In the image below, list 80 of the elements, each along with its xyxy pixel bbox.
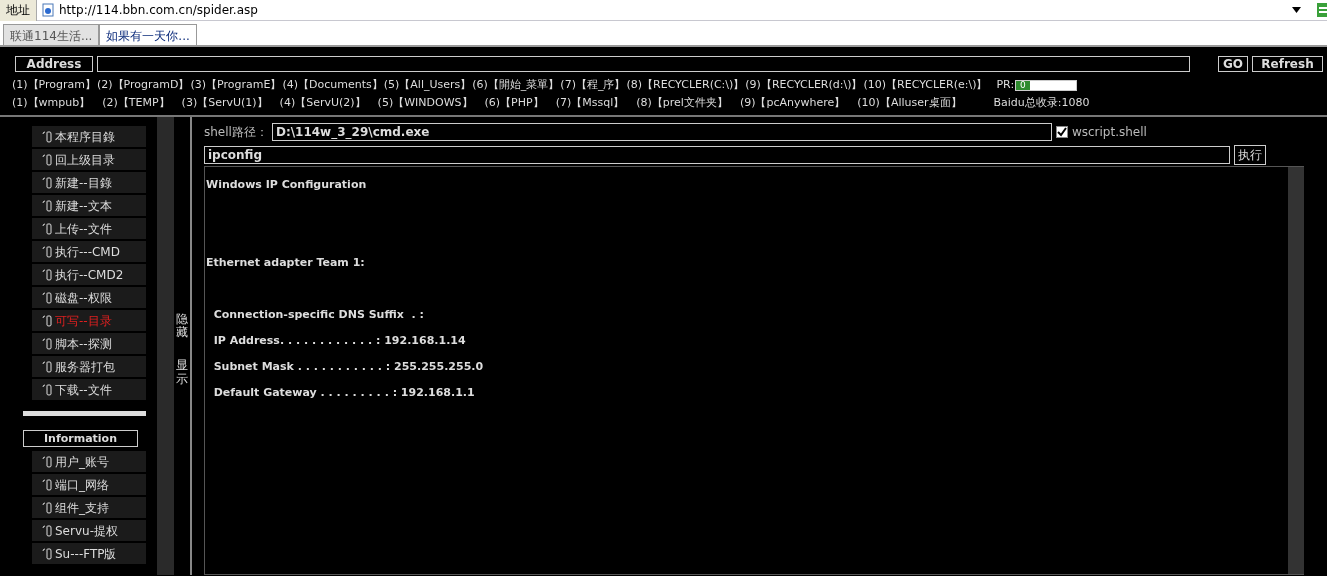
folder-link[interactable]: (8)【prel文件夹】 [636, 94, 728, 112]
mouse-icon [42, 524, 52, 537]
sidebar-item[interactable]: 服务器打包 [32, 356, 146, 377]
sidebar-item[interactable]: 可写--目录 [32, 310, 146, 331]
sidebar-item[interactable]: 脚本--探测 [32, 333, 146, 354]
folder-link[interactable]: (10)【Alluser桌面】 [857, 94, 962, 112]
folder-link[interactable]: (2)【TEMP】 [102, 94, 170, 112]
url-field[interactable]: http://114.bbn.com.cn/spider.asp [59, 0, 1292, 21]
mouse-icon [42, 337, 52, 350]
mouse-icon [42, 268, 52, 281]
folder-link[interactable]: (8)【RECYCLER(C:\)】 [626, 76, 745, 94]
browser-tab[interactable]: 如果有一天你... [99, 24, 197, 45]
folder-link[interactable]: (5)【WINDOWS】 [377, 94, 473, 112]
command-field[interactable]: ipconfig [204, 146, 1230, 164]
sidebar-item[interactable]: 上传--文件 [32, 218, 146, 239]
wscript-label: wscript.shell [1071, 124, 1147, 141]
mouse-icon [42, 176, 52, 189]
page-icon [41, 3, 55, 17]
address-field[interactable] [97, 56, 1190, 72]
folder-link[interactable]: (2)【ProgramD】 [97, 76, 190, 94]
hide-link[interactable]: 隐藏 [176, 313, 188, 340]
refresh-button[interactable]: Refresh [1252, 56, 1323, 72]
folder-link[interactable]: (6)【PHP】 [484, 94, 544, 112]
folder-link[interactable]: (3)【ProgramE】 [190, 76, 282, 94]
pr-value: 0 [1016, 80, 1030, 90]
folder-link[interactable]: (9)【pcAnywhere】 [739, 94, 846, 112]
folder-link[interactable]: (4)【Documents】 [282, 76, 383, 94]
sidebar-item[interactable]: 新建--目錄 [32, 172, 146, 193]
browser-tab[interactable]: 联通114生活... [3, 24, 100, 45]
sidebar-item[interactable]: 端口_网络 [32, 474, 146, 495]
checkbox[interactable] [1055, 126, 1068, 138]
sidebar-item[interactable]: Su---FTP版 [32, 543, 146, 564]
mouse-icon [42, 291, 52, 304]
output-text: Windows IP Configuration Ethernet adapter Team 1: Connection-specific DNS Suffix . : IP Address. . . . . . . . . . . . : 192.168.1.14 Subnet Mask . . . . . . . . . . . : 255.255.255.0 Default Gateway . . . . . . . . . : 192.168.1.1 [206, 177, 485, 401]
mouse-icon [42, 501, 52, 514]
sidebar-item[interactable]: 下载--文件 [32, 379, 146, 400]
path-label: shell路径： [204, 124, 268, 141]
sidebar-item[interactable]: 用户_账号 [32, 451, 146, 472]
mouse-icon [42, 153, 52, 166]
folder-link[interactable]: (1)【Program】 [12, 76, 96, 94]
sidebar-item[interactable]: 新建--文本 [32, 195, 146, 216]
address-label: 地址 [0, 0, 37, 21]
folder-link[interactable]: (7)【Mssql】 [555, 94, 625, 112]
folder-link[interactable]: (6)【開始_菜單】 [472, 76, 560, 94]
folder-link[interactable]: (3)【ServU(1)】 [181, 94, 268, 112]
mouse-icon [42, 478, 52, 491]
sidebar-item[interactable]: 磁盘--权限 [32, 287, 146, 308]
mouse-icon [42, 314, 52, 327]
sidebar-item[interactable]: 组件_支持 [32, 497, 146, 518]
index-count: Baidu总收录:1080 [993, 94, 1090, 111]
dropdown-icon[interactable] [1292, 7, 1301, 13]
sidebar-item[interactable]: 执行---CMD [32, 241, 146, 262]
mouse-icon [42, 360, 52, 373]
run-button[interactable]: 执行 [1234, 145, 1266, 165]
folder-link[interactable]: (5)【All_Users】 [383, 76, 472, 94]
go-icon[interactable] [1317, 3, 1327, 17]
path-field[interactable]: D:\114w_3_29\cmd.exe [271, 123, 1052, 141]
mouse-icon [42, 222, 52, 235]
address-button[interactable]: Address [15, 56, 93, 72]
mouse-icon [42, 383, 52, 396]
sidebar-item[interactable]: Servu-提权 [32, 520, 146, 541]
mouse-icon [42, 455, 52, 468]
show-link[interactable]: 显示 [176, 359, 188, 386]
folder-link[interactable]: (1)【wmpub】 [12, 94, 91, 112]
mouse-icon [42, 130, 52, 143]
folder-link[interactable]: (9)【RECYCLER(d:\)】 [745, 76, 863, 94]
mouse-icon [42, 547, 52, 560]
mouse-icon [42, 245, 52, 258]
scrollbar[interactable] [157, 117, 174, 575]
folder-link[interactable]: (10)【RECYCLER(e:\)】 [863, 76, 988, 94]
pr-label: PR: [996, 76, 1015, 93]
go-button[interactable]: GO [1217, 56, 1248, 72]
folder-link[interactable]: (4)【ServU(2)】 [279, 94, 366, 112]
scrollbar[interactable] [1288, 167, 1304, 574]
sidebar-item[interactable]: 回上级目录 [32, 149, 146, 170]
sidebar-item[interactable]: 本程序目錄 [32, 126, 146, 147]
mouse-icon [42, 199, 52, 212]
section-title: Information [23, 430, 138, 447]
sidebar-item[interactable]: 执行--CMD2 [32, 264, 146, 285]
folder-link[interactable]: (7)【程_序】 [560, 76, 626, 94]
